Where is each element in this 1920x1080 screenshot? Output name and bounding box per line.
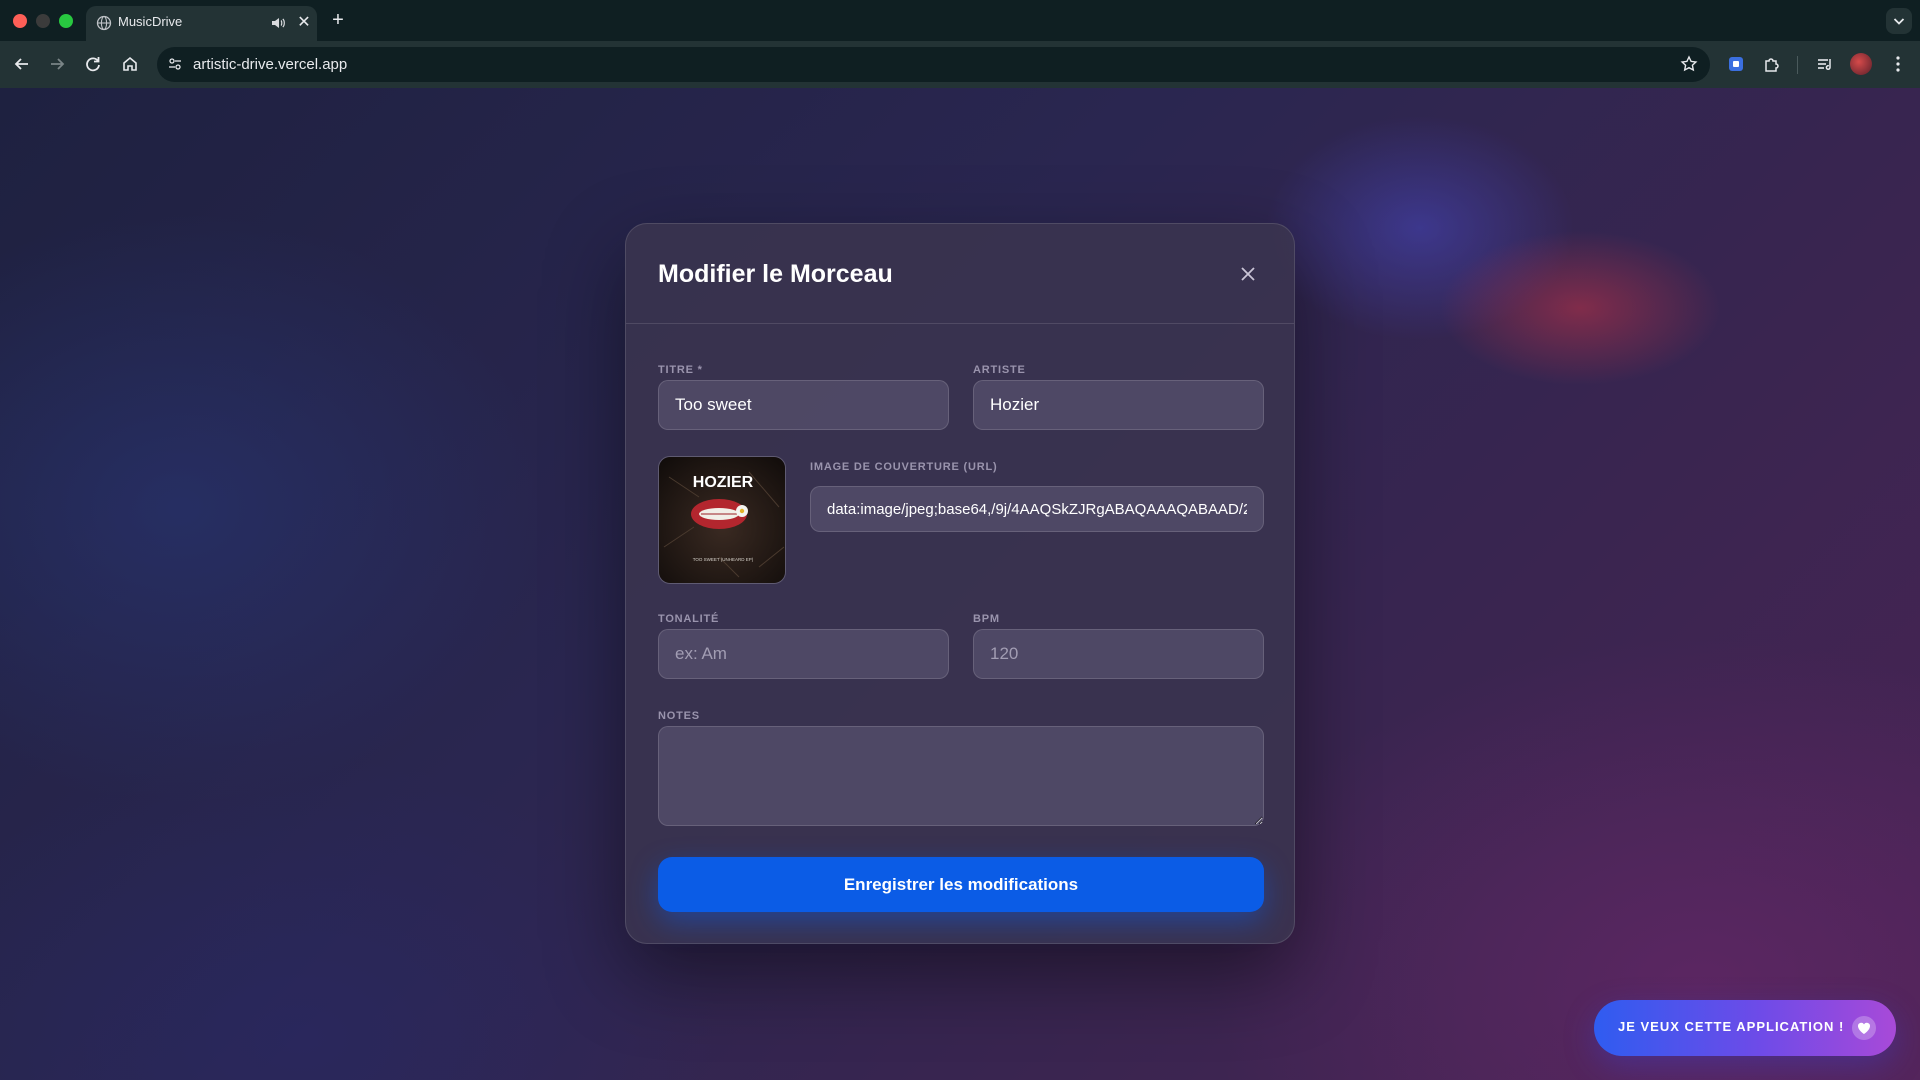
artiste-input[interactable] [973,380,1264,430]
media-controls-icon[interactable] [1814,53,1836,75]
globe-icon [96,15,112,31]
forward-icon[interactable] [43,50,71,78]
browser-tab-bar: MusicDrive ✕ + [0,0,1920,41]
edit-track-modal: Modifier le Morceau TITRE * ARTISTE [625,223,1295,944]
titre-input[interactable] [658,380,949,430]
more-options-icon[interactable] [1887,53,1909,75]
modal-header: Modifier le Morceau [626,224,1294,324]
tab-close-icon[interactable]: ✕ [294,13,314,33]
site-settings-icon[interactable] [167,56,183,72]
album-cover-art: HOZIER TOO SWEET (UNHEARD EP) [659,457,785,583]
close-icon[interactable] [1236,262,1260,286]
window-maximize-button[interactable] [59,14,73,28]
titre-label: TITRE * [658,364,703,376]
notes-label: NOTES [658,710,700,722]
cover-url-label: IMAGE DE COUVERTURE (URL) [810,461,998,473]
tab-title: MusicDrive [118,14,183,29]
browser-toolbar: artistic-drive.vercel.app [0,41,1920,88]
tab-search-button[interactable] [1886,8,1912,34]
want-app-button[interactable]: JE VEUX CETTE APPLICATION ! [1594,1000,1896,1056]
url-text[interactable]: artistic-drive.vercel.app [193,56,347,73]
cover-url-input[interactable] [810,486,1264,532]
save-button[interactable]: Enregistrer les modifications [658,857,1264,912]
bookmark-star-icon[interactable] [1680,55,1698,73]
home-icon[interactable] [116,50,144,78]
password-manager-icon[interactable] [1725,53,1747,75]
cover-caption-text: TOO SWEET (UNHEARD EP) [693,557,754,562]
page-background: Modifier le Morceau TITRE * ARTISTE [0,88,1920,1080]
chevron-down-icon [1893,18,1905,25]
bpm-label: BPM [973,613,1000,625]
cover-artist-text: HOZIER [693,474,754,491]
cover-image-preview: HOZIER TOO SWEET (UNHEARD EP) [658,456,786,584]
heart-icon [1852,1016,1876,1040]
modal-title: Modifier le Morceau [658,260,893,288]
tonalite-label: TONALITÉ [658,613,720,625]
artiste-label: ARTISTE [973,364,1026,376]
tonalite-input[interactable] [658,629,949,679]
reload-icon[interactable] [79,50,107,78]
profile-avatar[interactable] [1850,53,1872,75]
back-icon[interactable] [8,50,36,78]
window-minimize-button[interactable] [36,14,50,28]
want-app-label: JE VEUX CETTE APPLICATION ! [1618,1019,1845,1034]
new-tab-button[interactable]: + [326,8,350,32]
toolbar-divider [1797,56,1798,74]
speaker-icon[interactable] [270,15,286,31]
address-bar[interactable]: artistic-drive.vercel.app [157,47,1710,82]
notes-textarea[interactable] [658,726,1264,826]
window-close-button[interactable] [13,14,27,28]
extensions-puzzle-icon[interactable] [1761,53,1783,75]
bpm-input[interactable] [973,629,1264,679]
browser-tab[interactable]: MusicDrive ✕ [86,6,317,41]
